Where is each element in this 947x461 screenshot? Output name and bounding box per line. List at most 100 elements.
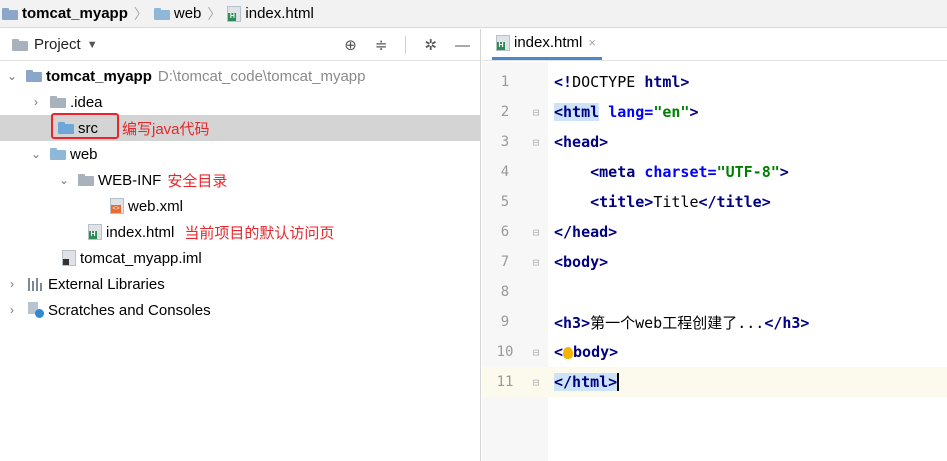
tree-item-label: web.xml [128, 197, 184, 215]
tree-item-label: External Libraries [48, 275, 165, 293]
code-line: 6 ⊟ </head> [482, 217, 947, 247]
code-line: 2 ⊟ <html lang="en"> [482, 97, 947, 127]
src-highlight-box [51, 113, 119, 139]
tree-item-index-html[interactable]: index.html 当前项目的默认访问页 [0, 219, 480, 245]
tree-item-label: index.html [106, 223, 175, 241]
code-line-current: 11 ⊟ </html> [482, 367, 947, 397]
web-folder-icon [50, 148, 66, 160]
html-file-icon [496, 34, 510, 51]
tab-label: index.html [514, 34, 583, 51]
code-line: 7 ⊟ <body> [482, 247, 947, 277]
code-line: 3 ⊟ <head> [482, 127, 947, 157]
breadcrumb-folder-label: web [173, 5, 202, 22]
fold-icon[interactable]: ⊟ [528, 256, 544, 269]
close-icon[interactable]: × [588, 35, 596, 50]
project-panel-header: Project ▼ ⊕ ≑ ✲ — [0, 29, 480, 61]
code-text: <title>Title</title> [590, 193, 771, 211]
locate-icon[interactable]: ⊕ [344, 36, 357, 54]
tree-item-idea[interactable]: › .idea [0, 89, 480, 115]
fold-icon[interactable]: ⊟ [528, 346, 544, 359]
folder-icon [50, 96, 66, 108]
editor-tab-bar: index.html × [482, 29, 947, 61]
iml-file-icon [62, 250, 76, 266]
chevron-down-icon[interactable]: ⌄ [30, 147, 42, 161]
folder-icon [78, 174, 94, 186]
collapse-all-icon[interactable]: ≑ [375, 36, 388, 54]
code-text: <!DOCTYPE html> [554, 73, 690, 91]
line-number: 9 [500, 314, 510, 330]
annotation-text: 安全目录 [167, 172, 228, 190]
fold-icon[interactable]: ⊟ [528, 136, 544, 149]
annotation-text: 编写java代码 [122, 120, 210, 138]
code-text: <h3>第一个web工程创建了...</h3> [554, 313, 810, 332]
tree-item-iml[interactable]: tomcat_myapp.iml [0, 245, 480, 271]
html-file-icon [227, 5, 242, 22]
tree-item-scratches[interactable]: › Scratches and Consoles [0, 297, 480, 323]
project-path: D:\tomcat_code\tomcat_myapp [157, 67, 366, 85]
tab-index-html[interactable]: index.html × [492, 28, 602, 60]
tree-item-tomcat-myapp[interactable]: ⌄ tomcat_myapp D:\tomcat_code\tomcat_mya… [0, 63, 480, 89]
annotation-text: 当前项目的默认访问页 [184, 224, 335, 242]
tree-item-label: WEB-INF [98, 171, 162, 189]
line-number: 5 [500, 194, 510, 210]
line-number: 6 [500, 224, 510, 240]
html-file-icon [88, 224, 102, 240]
text-cursor [617, 373, 620, 392]
chevron-down-icon[interactable]: ▼ [87, 39, 98, 51]
tree-item-label: tomcat_myapp [46, 67, 152, 85]
fold-icon[interactable]: ⊟ [528, 226, 544, 239]
lightbulb-icon[interactable] [563, 346, 574, 359]
code-line: 5 <title>Title</title> [482, 187, 947, 217]
line-number: 3 [500, 134, 510, 150]
xml-file-icon [110, 198, 124, 214]
project-folder-icon [2, 7, 18, 20]
project-view-icon [12, 38, 28, 51]
line-number: 8 [500, 284, 510, 300]
breadcrumb: tomcat_myapp 〉 web 〉 index.html [0, 0, 947, 28]
chevron-right-icon[interactable]: › [30, 95, 42, 109]
tree-item-web[interactable]: ⌄ web [0, 141, 480, 167]
code-text: <body> [554, 343, 619, 361]
tree-item-web-xml[interactable]: web.xml [0, 193, 480, 219]
chevron-down-icon[interactable]: ⌄ [58, 173, 70, 187]
code-line: 1 <!DOCTYPE html> [482, 67, 947, 97]
code-text: </head> [554, 223, 618, 241]
tree-item-label: web [70, 145, 98, 163]
chevron-right-icon: 〉 [207, 5, 222, 22]
breadcrumb-project-label: tomcat_myapp [22, 5, 128, 22]
breadcrumb-folder[interactable]: web [153, 5, 202, 22]
libraries-icon [28, 277, 44, 291]
code-line: 4 <meta charset="UTF-8"> [482, 157, 947, 187]
breadcrumb-file-label: index.html [245, 5, 314, 22]
line-number: 11 [496, 374, 514, 390]
tree-item-label: tomcat_myapp.iml [80, 249, 202, 267]
scratches-icon [28, 302, 44, 318]
breadcrumb-project[interactable]: tomcat_myapp [2, 5, 128, 22]
line-number: 2 [500, 104, 510, 120]
tree-item-web-inf[interactable]: ⌄ WEB-INF 安全目录 [0, 167, 480, 193]
line-number: 7 [500, 254, 510, 270]
toolbar-divider [405, 36, 407, 54]
tree-item-external-libraries[interactable]: › External Libraries [0, 271, 480, 297]
gear-icon[interactable]: ✲ [424, 36, 437, 54]
code-text: <head> [554, 133, 609, 151]
chevron-right-icon[interactable]: › [6, 277, 18, 291]
fold-icon[interactable]: ⊟ [528, 376, 544, 389]
fold-icon[interactable]: ⊟ [528, 106, 544, 119]
project-panel: Project ▼ ⊕ ≑ ✲ — ⌄ tomcat_myapp D:\tomc… [0, 29, 481, 461]
minimize-icon[interactable]: — [455, 37, 470, 54]
code-text: <html lang="en"> [554, 103, 699, 121]
chevron-right-icon[interactable]: › [6, 303, 18, 317]
project-view-selector[interactable]: Project [34, 36, 81, 53]
code-line: 8 [482, 277, 947, 307]
code-text: </html> [554, 372, 620, 392]
editor-panel: index.html × 1 <!DOCTYPE html> 2 ⊟ <html … [482, 29, 947, 461]
line-number: 4 [500, 164, 510, 180]
breadcrumb-file[interactable]: index.html [227, 5, 314, 22]
line-number: 1 [500, 74, 510, 90]
line-number: 10 [496, 344, 514, 360]
code-text: <body> [554, 253, 609, 271]
web-folder-icon [153, 7, 170, 20]
chevron-down-icon[interactable]: ⌄ [6, 69, 18, 83]
project-toolbar: ⊕ ≑ ✲ — [344, 29, 470, 61]
